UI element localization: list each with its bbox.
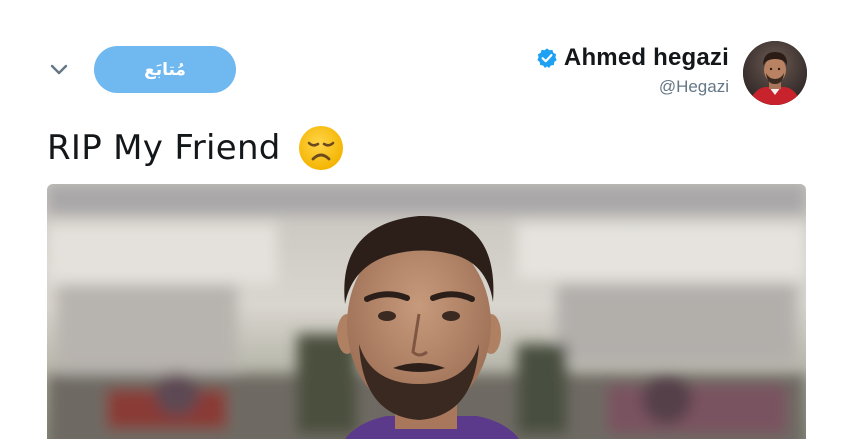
tweet-text: RIP My Friend: [47, 124, 345, 172]
verified-badge-icon: [537, 48, 557, 68]
tweet-text-content: RIP My Friend: [47, 128, 281, 168]
author-name-row[interactable]: Ahmed hegazi: [536, 44, 729, 72]
tweet-card: مُتابَع Ahmed hegazi @Hegazi RIP My Frie…: [0, 0, 861, 439]
author-display-name[interactable]: Ahmed hegazi: [564, 44, 729, 72]
avatar[interactable]: [743, 41, 807, 105]
photo-image: [47, 184, 806, 439]
tweet-photo[interactable]: [47, 184, 806, 439]
following-button[interactable]: مُتابَع: [94, 46, 236, 93]
author-handle[interactable]: @Hegazi: [659, 77, 729, 97]
chevron-down-icon[interactable]: [48, 58, 70, 80]
avatar-image: [743, 41, 807, 105]
disappointed-face-emoji-icon: [298, 126, 343, 170]
